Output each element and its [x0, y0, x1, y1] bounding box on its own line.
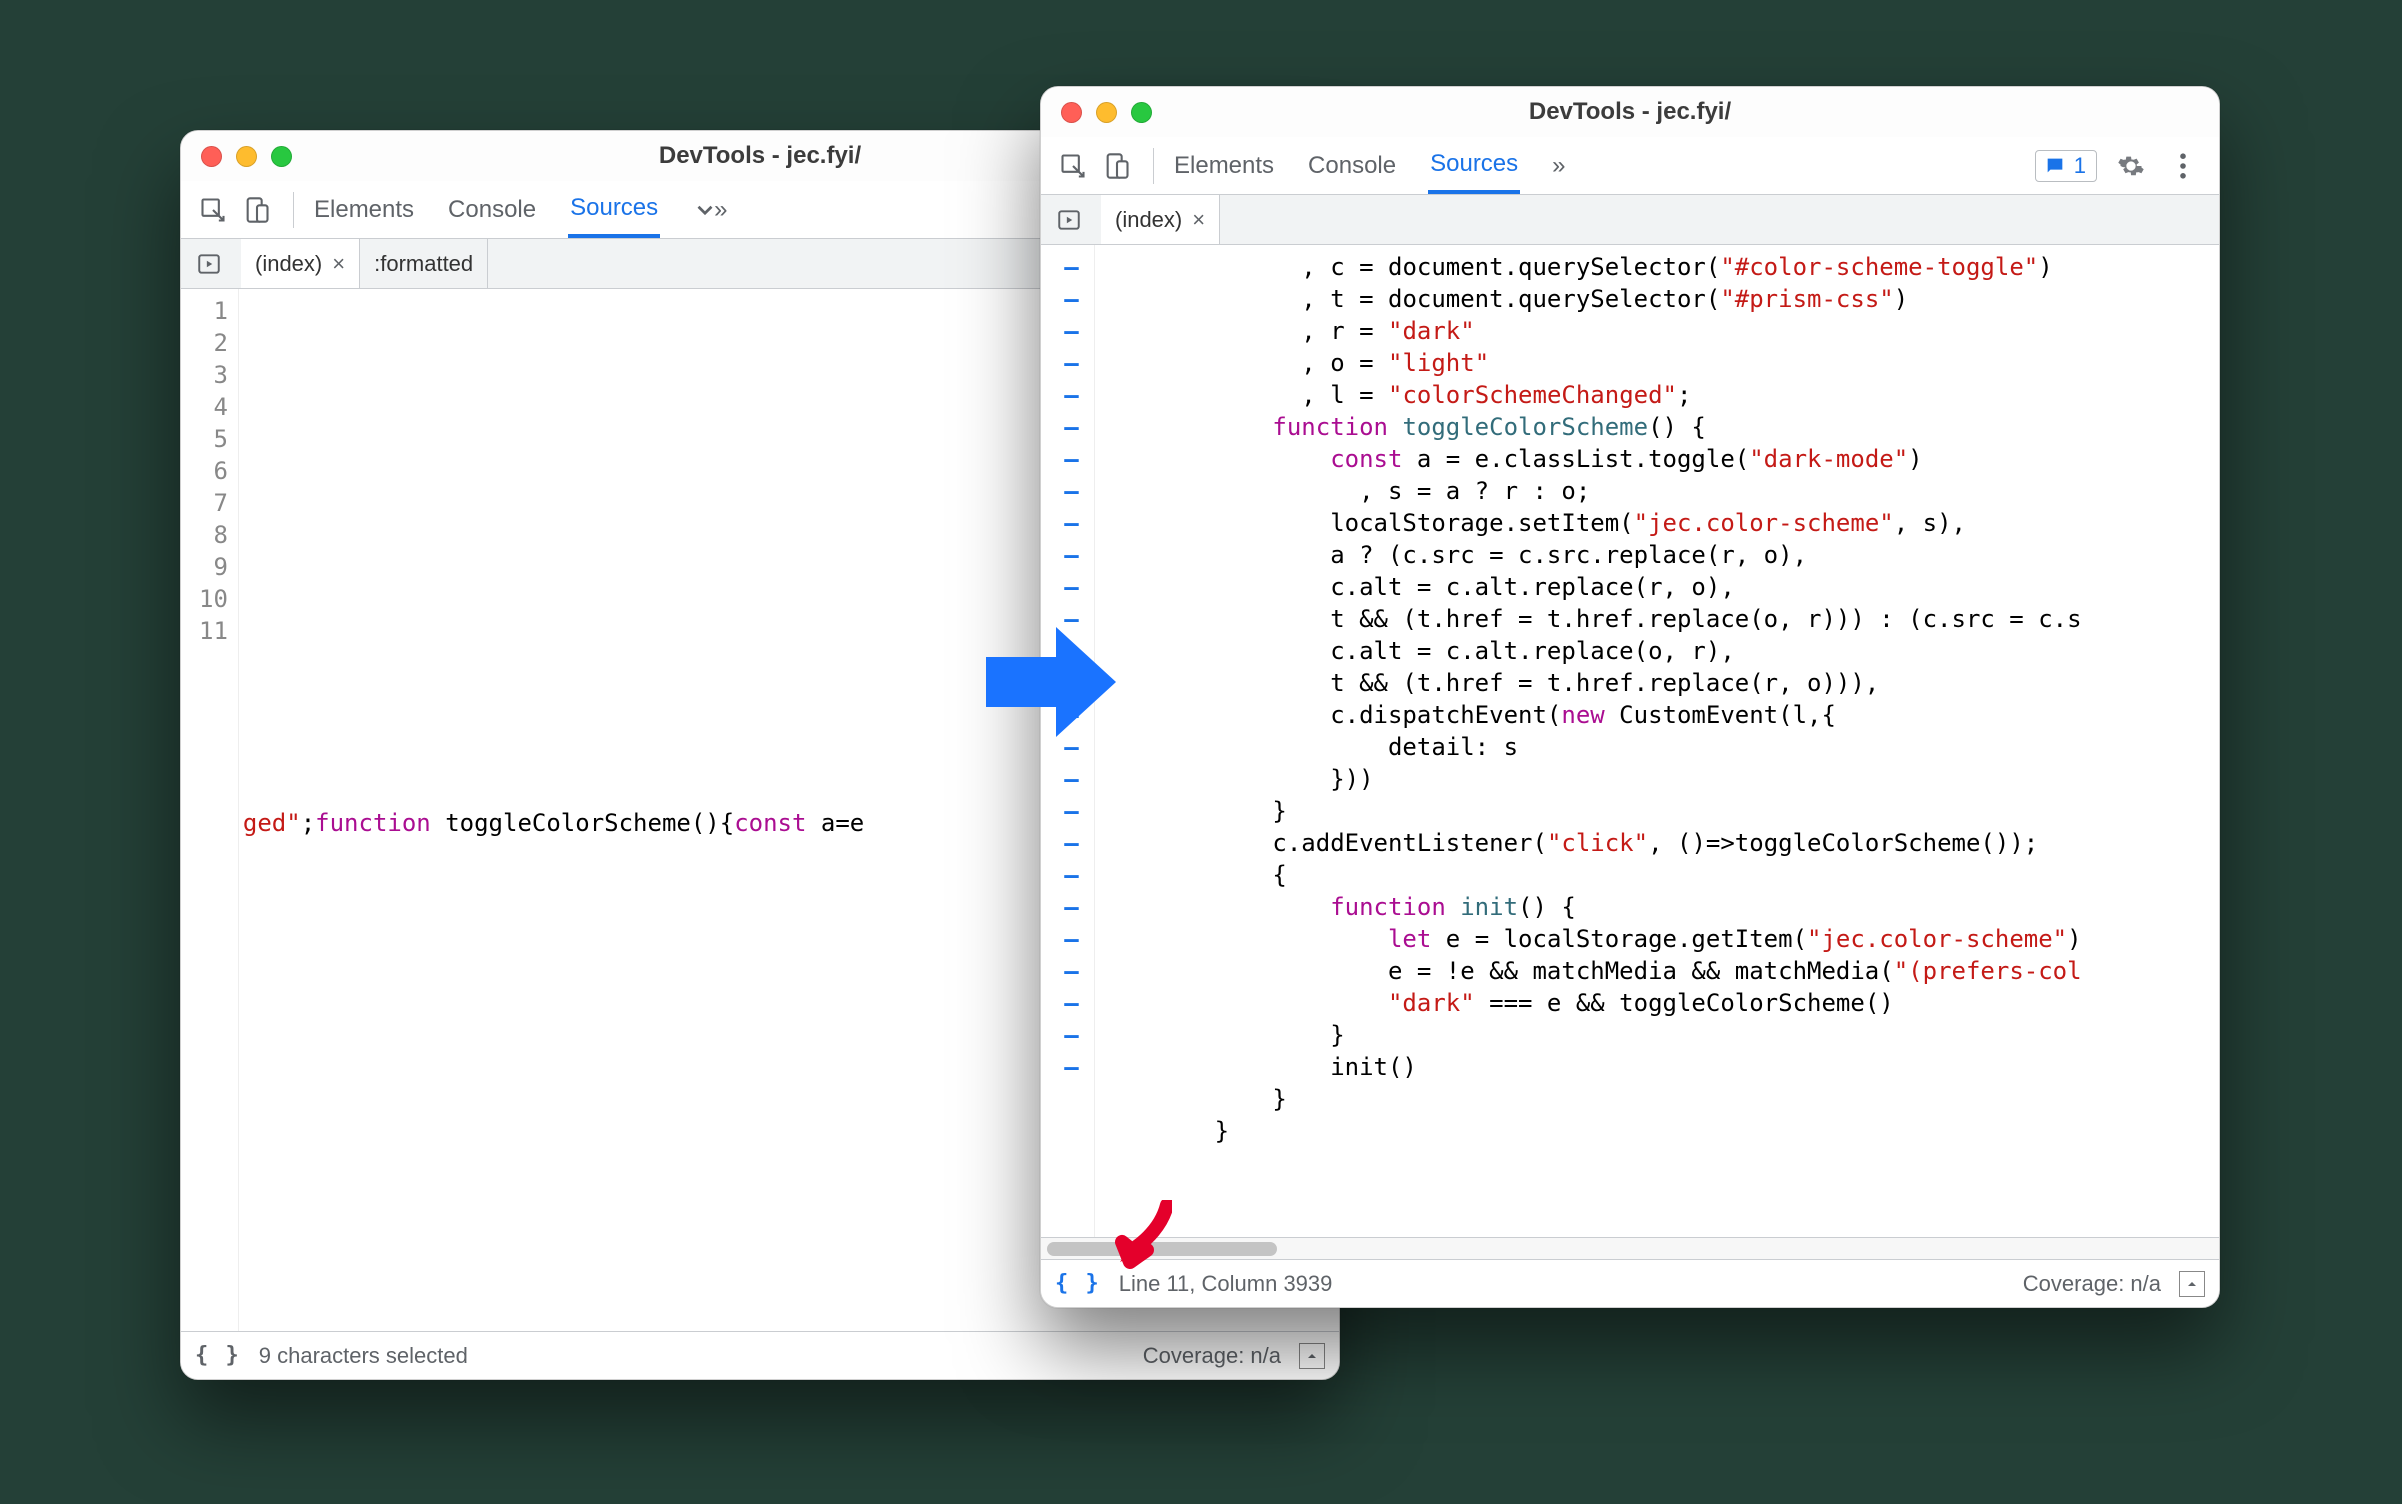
- inspect-element-icon[interactable]: [1055, 148, 1091, 184]
- status-coverage: Coverage: n/a: [1143, 1343, 1281, 1369]
- file-tab-label: (index): [1115, 207, 1182, 233]
- status-cursor: Line 11, Column 3939: [1119, 1271, 1333, 1297]
- status-selection: 9 characters selected: [259, 1343, 468, 1369]
- close-window-button[interactable]: [201, 146, 222, 167]
- scrollbar-thumb[interactable]: [1047, 1242, 1277, 1256]
- traffic-lights[interactable]: [201, 146, 292, 167]
- issues-count: 1: [2074, 153, 2086, 179]
- tab-overflow[interactable]: »: [690, 181, 729, 238]
- close-window-button[interactable]: [1061, 102, 1082, 123]
- maximize-window-button[interactable]: [271, 146, 292, 167]
- pretty-print-button[interactable]: { }: [195, 1343, 241, 1368]
- window-titlebar: DevTools - jec.fyi/: [1041, 87, 2219, 137]
- devtools-toolbar: Elements Console Sources » 1: [1041, 137, 2219, 195]
- horizontal-scrollbar[interactable]: [1041, 1237, 2219, 1259]
- tab-elements[interactable]: Elements: [312, 181, 416, 238]
- file-tab-formatted[interactable]: :formatted: [360, 239, 488, 288]
- panel-tabs: Elements Console Sources »: [1172, 137, 1568, 194]
- close-icon[interactable]: ×: [1192, 207, 1205, 233]
- devtools-window-right: DevTools - jec.fyi/ Elements Console Sou…: [1040, 86, 2220, 1308]
- tab-sources[interactable]: Sources: [568, 181, 660, 238]
- line-gutter: ––––––––––––––––––––––––––: [1041, 245, 1095, 1237]
- code-area[interactable]: , c = document.querySelector("#color-sch…: [1095, 245, 2219, 1237]
- code-editor[interactable]: –––––––––––––––––––––––––– , c = documen…: [1041, 245, 2219, 1237]
- kebab-menu-icon[interactable]: [2165, 148, 2201, 184]
- panel-tabs: Elements Console Sources »: [312, 181, 730, 238]
- fold-panel-icon[interactable]: [2179, 1271, 2205, 1297]
- minimize-window-button[interactable]: [1096, 102, 1117, 123]
- pretty-print-button[interactable]: { }: [1055, 1271, 1101, 1296]
- tab-elements[interactable]: Elements: [1172, 137, 1276, 194]
- minimize-window-button[interactable]: [236, 146, 257, 167]
- maximize-window-button[interactable]: [1131, 102, 1152, 123]
- tab-overflow[interactable]: »: [1550, 137, 1567, 194]
- device-toolbar-icon[interactable]: [1099, 148, 1135, 184]
- status-bar: { } Line 11, Column 3939 Coverage: n/a: [1041, 1259, 2219, 1307]
- tab-console[interactable]: Console: [446, 181, 538, 238]
- show-navigator-icon[interactable]: [1051, 202, 1087, 238]
- show-navigator-icon[interactable]: [191, 246, 227, 282]
- file-tab-index[interactable]: (index) ×: [1101, 195, 1220, 244]
- file-tab-bar: (index) ×: [1041, 195, 2219, 245]
- status-coverage: Coverage: n/a: [2023, 1271, 2161, 1297]
- file-tab-index[interactable]: (index) ×: [241, 239, 360, 288]
- issues-button[interactable]: 1: [2035, 150, 2097, 182]
- line-gutter: 1234567891011: [181, 289, 239, 1331]
- close-icon[interactable]: ×: [332, 251, 345, 277]
- window-title: DevTools - jec.fyi/: [1041, 98, 2219, 126]
- status-bar: { } 9 characters selected Coverage: n/a: [181, 1331, 1339, 1379]
- inspect-element-icon[interactable]: [195, 192, 231, 228]
- file-tab-label: (index): [255, 251, 322, 277]
- tab-console[interactable]: Console: [1306, 137, 1398, 194]
- traffic-lights[interactable]: [1061, 102, 1152, 123]
- settings-icon[interactable]: [2113, 148, 2149, 184]
- fold-panel-icon[interactable]: [1299, 1343, 1325, 1369]
- device-toolbar-icon[interactable]: [239, 192, 275, 228]
- file-tab-label: :formatted: [374, 251, 473, 277]
- tab-sources[interactable]: Sources: [1428, 137, 1520, 194]
